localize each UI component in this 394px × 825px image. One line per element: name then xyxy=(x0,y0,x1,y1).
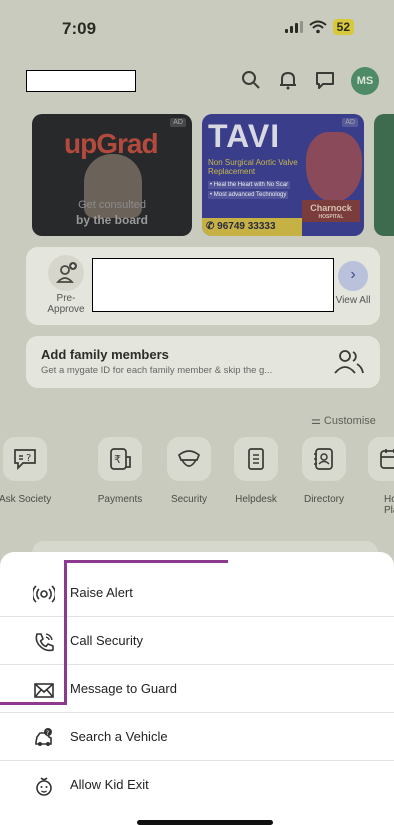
contact-book-icon xyxy=(302,437,346,481)
highlight-vertical-line xyxy=(64,560,67,705)
view-all-label: View All xyxy=(335,295,371,306)
add-family-card[interactable]: Add family members Get a mygate ID for e… xyxy=(26,336,380,388)
sheet-item-label: Call Security xyxy=(70,633,143,648)
highlight-top-line xyxy=(64,560,228,563)
tile-label: Directory xyxy=(303,494,344,505)
sheet-item-label: Message to Guard xyxy=(70,681,177,696)
home-indicator xyxy=(137,820,273,825)
quick-actions: ? Ask Society ₹ Payments Security Helpde… xyxy=(0,437,394,527)
tile-payments[interactable]: ₹ Payments xyxy=(94,437,146,505)
battery-badge: 52 xyxy=(332,19,354,35)
redacted-guest-list xyxy=(92,258,334,312)
tile-home-plan[interactable]: Hom Plan xyxy=(364,437,394,516)
tile-ask-society[interactable]: ? Ask Society xyxy=(0,437,51,505)
calendar-icon xyxy=(368,437,394,481)
hospital-logo: Charnock HOSPITAL xyxy=(302,200,360,222)
highlight-bottom-line xyxy=(0,702,67,705)
call-security-item[interactable]: Call Security xyxy=(0,618,394,665)
ad-tag: AD xyxy=(170,118,186,127)
banner-phone: ✆ 96749 33333 xyxy=(202,218,302,236)
svg-text:?: ? xyxy=(26,453,31,464)
banner-subtitle: Non Surgical Aortic Valve Replacement xyxy=(208,158,298,176)
banner-bullet: • Heal the Heart with No Scar xyxy=(208,181,291,189)
tile-label: Security xyxy=(170,494,208,505)
add-user-icon xyxy=(56,262,77,283)
kid-icon xyxy=(36,777,52,796)
banner-caption: Get consulted xyxy=(78,199,146,211)
tile-label: Ask Society xyxy=(0,494,52,505)
security-actions-sheet: Raise Alert Call Security Message to Gua… xyxy=(0,552,394,825)
customise-button[interactable]: ⚌ Customise xyxy=(311,414,376,427)
third-ad-banner[interactable] xyxy=(374,114,394,236)
signal-icon xyxy=(284,21,303,33)
status-icons: 52 xyxy=(284,19,354,35)
tile-label: Hom Plan xyxy=(384,494,394,516)
family-card-title: Add family members xyxy=(41,347,169,362)
envelope-icon xyxy=(34,683,54,698)
chat-icon[interactable] xyxy=(313,68,337,92)
svg-text:₹: ₹ xyxy=(114,453,121,466)
chat-question-icon: ? xyxy=(3,437,47,481)
ticket-icon xyxy=(234,437,278,481)
allow-kid-exit-item[interactable]: Allow Kid Exit xyxy=(0,762,394,809)
search-icon[interactable] xyxy=(239,68,263,92)
phone-icon xyxy=(35,633,54,652)
message-to-guard-item[interactable]: Message to Guard xyxy=(0,666,394,713)
tile-helpdesk[interactable]: Helpdesk xyxy=(230,437,282,505)
add-user-button[interactable] xyxy=(48,255,84,291)
alert-signal-icon xyxy=(33,585,55,603)
upgrad-ad-banner[interactable]: upGrad AD Get consulted by the board xyxy=(32,114,192,236)
customise-label: Customise xyxy=(323,415,376,427)
tile-label: Helpdesk xyxy=(235,494,277,505)
family-icon xyxy=(334,350,364,374)
wifi-icon xyxy=(308,20,327,34)
ad-tag: AD xyxy=(342,118,358,127)
avatar[interactable]: MS xyxy=(351,67,379,95)
view-all-button[interactable]: › xyxy=(338,261,368,291)
bell-icon[interactable] xyxy=(276,68,300,92)
sheet-item-label: Search a Vehicle xyxy=(70,729,168,744)
svg-text:?: ? xyxy=(46,730,49,737)
status-bar: 7:09 52 xyxy=(0,0,394,52)
banner-title: TAVI xyxy=(208,118,281,154)
pre-approve-card: Pre-Approve › View All xyxy=(26,247,380,325)
tile-label: Payments xyxy=(97,494,143,505)
banner-bullet: • Most advanced Technology xyxy=(208,191,289,199)
heart-illustration xyxy=(306,132,362,202)
guard-cap-icon xyxy=(167,437,211,481)
app-header: MS xyxy=(0,58,394,102)
family-card-subtitle: Get a mygate ID for each family member &… xyxy=(41,365,273,376)
sheet-item-label: Allow Kid Exit xyxy=(70,777,149,792)
raise-alert-item[interactable]: Raise Alert xyxy=(0,570,394,617)
banner-caption-bold: by the board xyxy=(75,213,148,227)
rupee-card-icon: ₹ xyxy=(98,437,142,481)
tile-directory[interactable]: Directory xyxy=(298,437,350,505)
tavi-ad-banner[interactable]: TAVI Non Surgical Aortic Valve Replaceme… xyxy=(202,114,364,236)
status-time: 7:09 xyxy=(62,19,97,38)
redacted-society-name xyxy=(26,70,136,92)
car-search-icon: ? xyxy=(35,728,52,746)
sheet-item-label: Raise Alert xyxy=(70,585,133,600)
tile-security[interactable]: Security xyxy=(163,437,215,505)
pre-approve-label: Pre-Approve xyxy=(47,293,85,315)
search-vehicle-item[interactable]: ? Search a Vehicle xyxy=(0,714,394,761)
